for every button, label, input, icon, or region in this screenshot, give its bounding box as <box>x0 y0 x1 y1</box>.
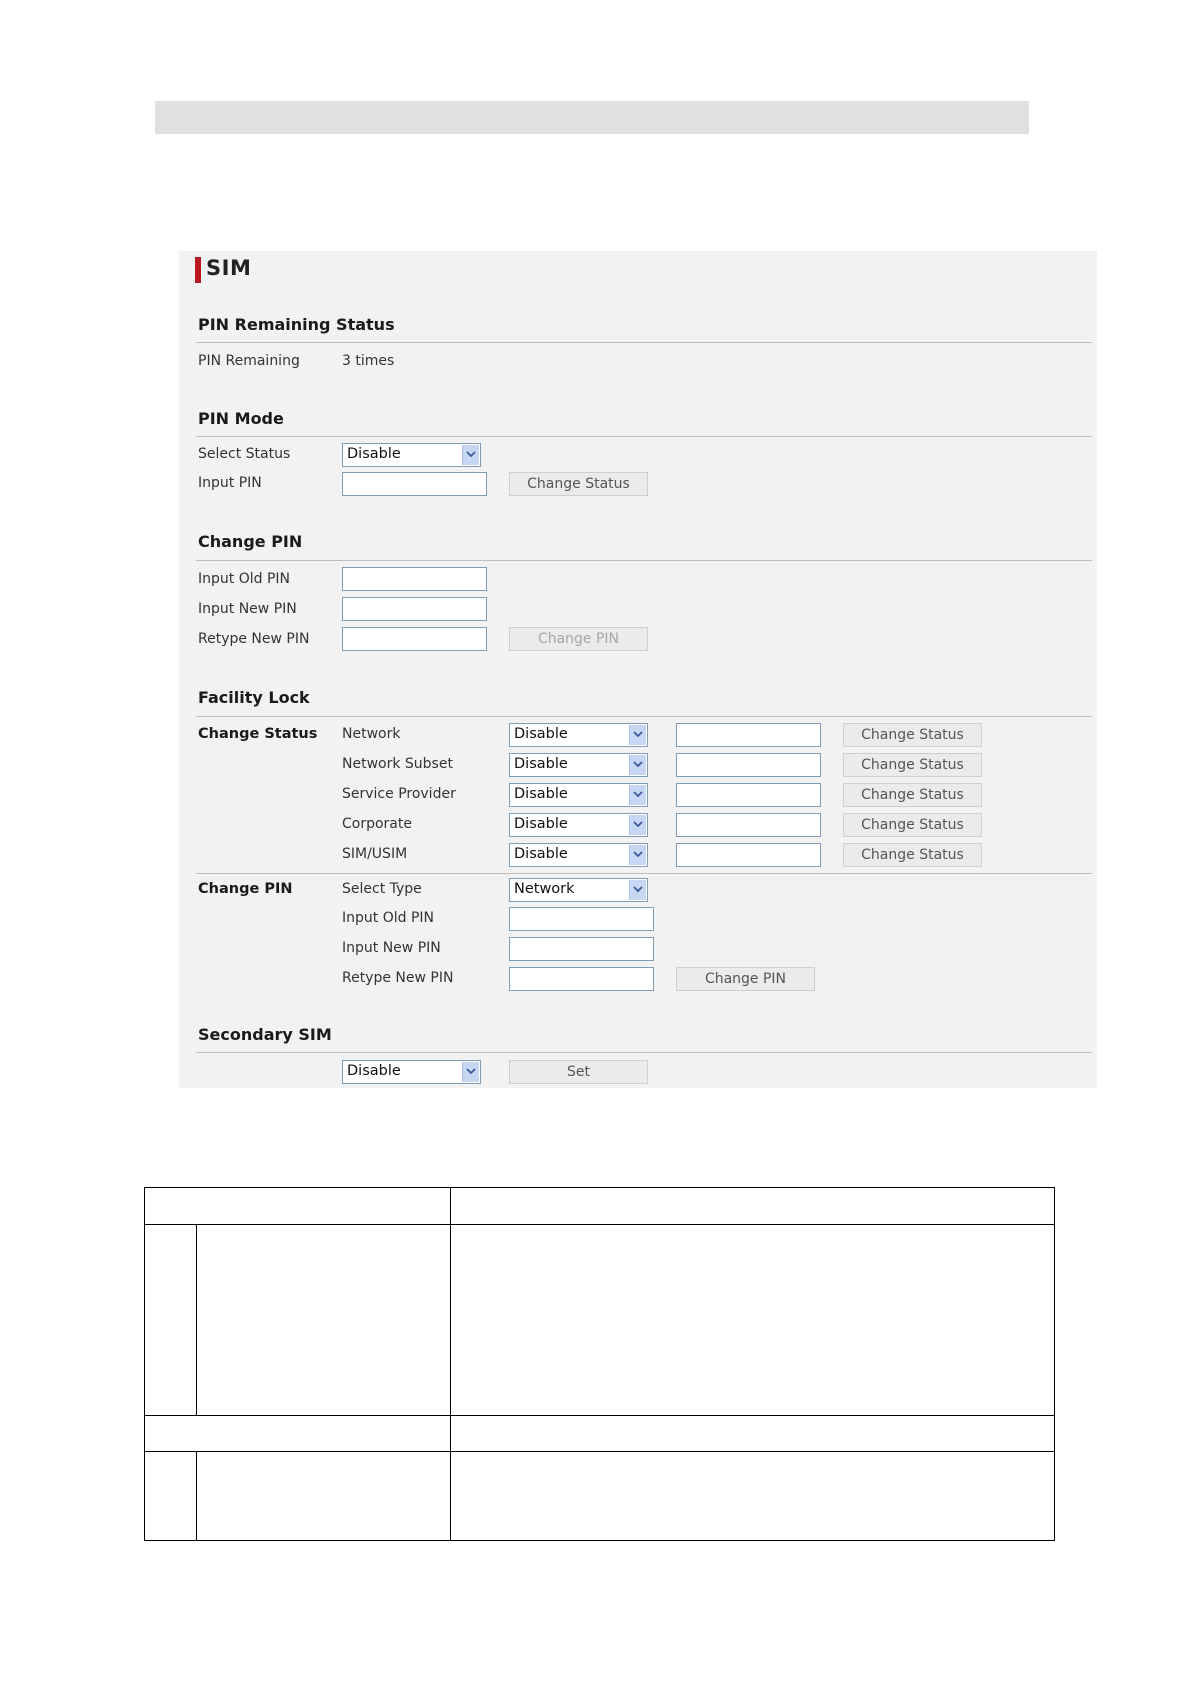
pin-remaining-value: 3 times <box>342 353 395 369</box>
facility-retype-pin-field[interactable] <box>509 967 654 991</box>
retype-pin-label: Retype New PIN <box>198 631 310 647</box>
divider <box>196 342 1092 343</box>
change-pin-button[interactable]: Change PIN <box>509 627 648 651</box>
facility-sim-usim-change-status-button[interactable]: Change Status <box>843 843 982 867</box>
select-value: Disable <box>514 756 568 772</box>
facility-row-label: Service Provider <box>342 786 456 802</box>
facility-corporate-select[interactable]: Disable <box>509 813 648 837</box>
retype-pin-field[interactable] <box>342 627 487 651</box>
select-type-label: Select Type <box>342 881 422 897</box>
divider <box>196 1052 1092 1053</box>
select-status-label: Select Status <box>198 446 291 462</box>
divider <box>196 716 1092 717</box>
secondary-sim-heading: Secondary SIM <box>198 1025 332 1044</box>
document-header-bar <box>155 101 1029 134</box>
facility-network-change-status-button[interactable]: Change Status <box>843 723 982 747</box>
facility-new-pin-field[interactable] <box>509 937 654 961</box>
facility-row-label: SIM/USIM <box>342 846 408 862</box>
facility-old-pin-field[interactable] <box>509 907 654 931</box>
facility-network-subset-change-status-button[interactable]: Change Status <box>843 753 982 777</box>
facility-change-pin-button[interactable]: Change PIN <box>676 967 815 991</box>
facility-change-status-label: Change Status <box>198 726 318 742</box>
facility-service-provider-pin-field[interactable] <box>676 783 821 807</box>
table-column-divider <box>450 1188 451 1540</box>
select-value: Disable <box>514 846 568 862</box>
facility-network-pin-field[interactable] <box>676 723 821 747</box>
facility-service-provider-select[interactable]: Disable <box>509 783 648 807</box>
facility-sim-usim-select[interactable]: Disable <box>509 843 648 867</box>
new-pin-field[interactable] <box>342 597 487 621</box>
chevron-down-icon[interactable] <box>629 845 646 865</box>
old-pin-field[interactable] <box>342 567 487 591</box>
facility-row-label: Network Subset <box>342 756 453 772</box>
divider <box>196 436 1092 437</box>
input-pin-field[interactable] <box>342 472 487 496</box>
select-value: Disable <box>347 446 401 462</box>
pin-mode-change-status-button[interactable]: Change Status <box>509 472 648 496</box>
new-pin-label: Input New PIN <box>198 601 297 617</box>
chevron-down-icon[interactable] <box>629 755 646 775</box>
pin-remaining-label: PIN Remaining <box>198 353 300 369</box>
sim-settings-panel <box>179 251 1097 1088</box>
facility-network-subset-pin-field[interactable] <box>676 753 821 777</box>
facility-corporate-change-status-button[interactable]: Change Status <box>843 813 982 837</box>
change-pin-heading: Change PIN <box>198 532 303 551</box>
select-value: Disable <box>514 786 568 802</box>
pin-remaining-status-heading: PIN Remaining Status <box>198 315 395 334</box>
input-pin-label: Input PIN <box>198 475 262 491</box>
facility-old-pin-label: Input Old PIN <box>342 910 434 926</box>
chevron-down-icon[interactable] <box>462 445 479 465</box>
table-row-divider <box>145 1451 1054 1452</box>
select-value: Disable <box>514 816 568 832</box>
facility-change-pin-label: Change PIN <box>198 881 293 897</box>
facility-row-label: Corporate <box>342 816 412 832</box>
chevron-down-icon[interactable] <box>462 1062 479 1082</box>
page-title: SIM <box>206 256 252 280</box>
facility-network-subset-select[interactable]: Disable <box>509 753 648 777</box>
table-row-divider <box>145 1224 1054 1225</box>
chevron-down-icon[interactable] <box>629 725 646 745</box>
facility-select-type-select[interactable]: Network <box>509 878 648 902</box>
chevron-down-icon[interactable] <box>629 785 646 805</box>
table-column-divider <box>196 1451 197 1540</box>
secondary-sim-set-button[interactable]: Set <box>509 1060 648 1084</box>
facility-lock-heading: Facility Lock <box>198 688 310 707</box>
secondary-sim-select[interactable]: Disable <box>342 1060 481 1084</box>
select-value: Disable <box>514 726 568 742</box>
chevron-down-icon[interactable] <box>629 880 646 900</box>
divider <box>196 873 1092 874</box>
select-value: Network <box>514 881 575 897</box>
description-table <box>144 1187 1055 1541</box>
chevron-down-icon[interactable] <box>629 815 646 835</box>
facility-service-provider-change-status-button[interactable]: Change Status <box>843 783 982 807</box>
facility-network-select[interactable]: Disable <box>509 723 648 747</box>
facility-new-pin-label: Input New PIN <box>342 940 441 956</box>
pin-mode-status-select[interactable]: Disable <box>342 443 481 467</box>
facility-sim-usim-pin-field[interactable] <box>676 843 821 867</box>
facility-corporate-pin-field[interactable] <box>676 813 821 837</box>
facility-retype-pin-label: Retype New PIN <box>342 970 454 986</box>
table-row-divider <box>145 1415 1054 1416</box>
table-column-divider <box>196 1224 197 1415</box>
divider <box>196 560 1092 561</box>
title-accent-bar <box>195 257 201 283</box>
facility-row-label: Network <box>342 726 401 742</box>
pin-mode-heading: PIN Mode <box>198 409 284 428</box>
select-value: Disable <box>347 1063 401 1079</box>
old-pin-label: Input Old PIN <box>198 571 290 587</box>
